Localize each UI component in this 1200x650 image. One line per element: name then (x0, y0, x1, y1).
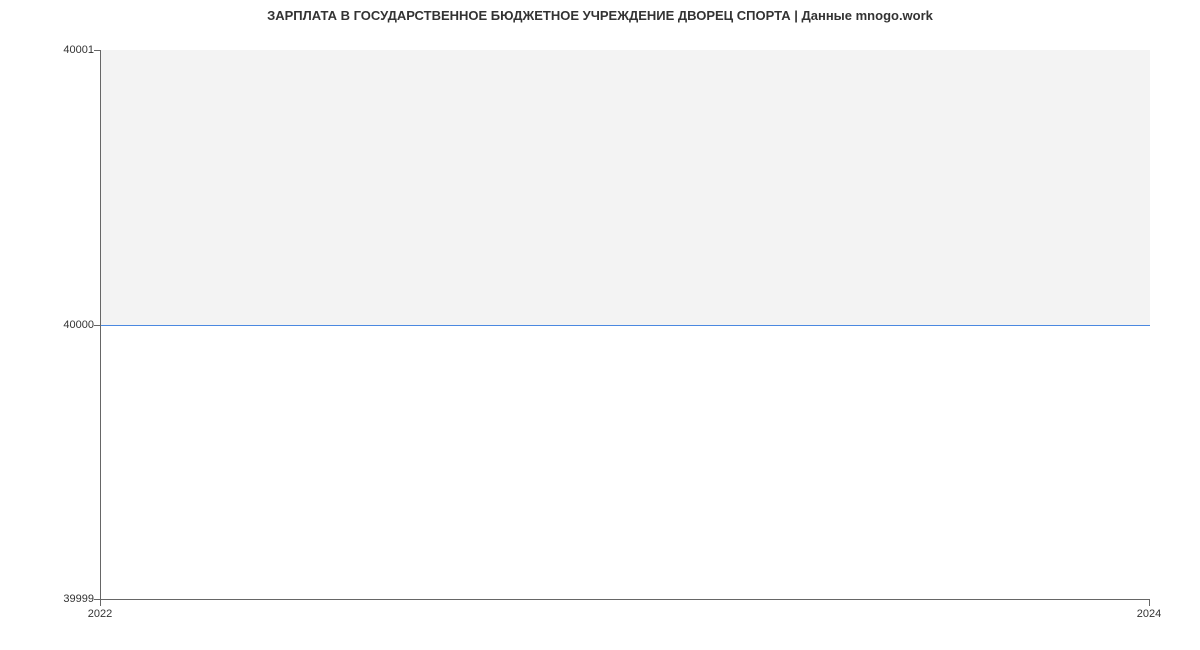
x-tick (100, 600, 101, 606)
x-tick-label: 2024 (1137, 608, 1161, 620)
y-tick (94, 50, 100, 51)
y-tick-label: 40000 (63, 319, 94, 331)
data-line (101, 325, 1150, 326)
y-tick (94, 325, 100, 326)
plot-area (100, 50, 1150, 600)
chart-title: ЗАРПЛАТА В ГОСУДАРСТВЕННОЕ БЮДЖЕТНОЕ УЧР… (0, 8, 1200, 23)
x-tick-label: 2022 (88, 608, 112, 620)
area-fill (101, 50, 1150, 325)
y-tick-label: 40001 (63, 44, 94, 56)
x-tick (1149, 600, 1150, 606)
y-tick-label: 39999 (63, 593, 94, 605)
